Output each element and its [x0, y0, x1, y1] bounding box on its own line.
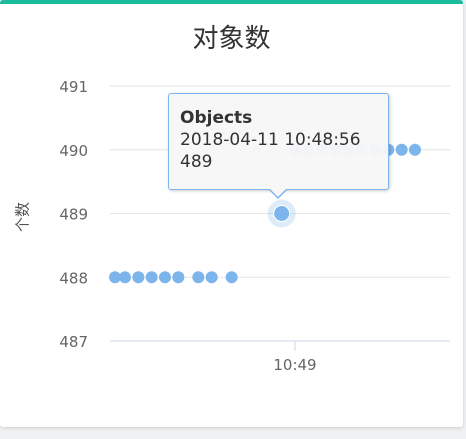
data-point — [205, 271, 218, 284]
data-point — [192, 271, 205, 284]
x-tick-label: 10:49 — [273, 356, 316, 374]
data-point — [172, 271, 185, 284]
y-tick-label: 491 — [59, 78, 88, 96]
data-point — [145, 271, 158, 284]
y-tick-label: 487 — [59, 333, 88, 351]
tooltip-value: 489 — [180, 152, 213, 172]
data-point — [159, 271, 171, 284]
tooltip-time: 2018-04-11 10:48:56 — [180, 130, 361, 150]
data-point — [225, 271, 238, 284]
chart-plot[interactable]: 487 488 489 490 491 10:49 — [0, 0, 466, 439]
data-point — [395, 143, 408, 156]
data-point — [132, 271, 145, 284]
data-point-hovered — [273, 205, 291, 222]
y-tick-label: 489 — [59, 206, 88, 224]
y-tick-label: 490 — [59, 142, 88, 160]
data-point — [409, 143, 421, 156]
tooltip: Objects 2018-04-11 10:48:56 489 — [168, 93, 389, 190]
tooltip-series: Objects — [180, 108, 253, 128]
tooltip-arrow-fill — [269, 188, 287, 197]
data-point — [119, 271, 131, 284]
y-tick-label: 488 — [59, 269, 88, 287]
